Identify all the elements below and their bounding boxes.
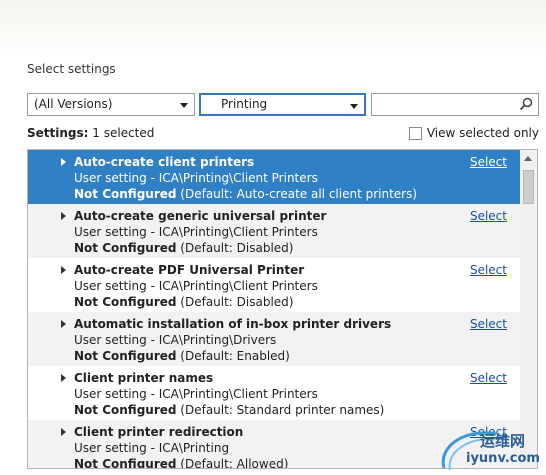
expand-arrow-icon[interactable] xyxy=(61,212,66,220)
settings-label: Settings: xyxy=(27,126,89,140)
expand-arrow-icon[interactable] xyxy=(61,374,66,382)
setting-path: User setting - ICA\Printing\Client Print… xyxy=(74,171,318,185)
setting-status-default: (Default: Allowed) xyxy=(176,457,289,469)
setting-row[interactable]: Auto-create generic universal printer Use… xyxy=(28,204,520,258)
search-input[interactable] xyxy=(371,93,539,116)
chevron-down-icon xyxy=(350,104,358,109)
category-dropdown[interactable]: Printing xyxy=(199,93,366,116)
scroll-thumb[interactable] xyxy=(523,170,534,204)
select-link[interactable]: Select xyxy=(470,263,507,277)
expand-arrow-icon[interactable] xyxy=(61,266,66,274)
expand-arrow-icon[interactable] xyxy=(61,320,66,328)
setting-title: Automatic installation of in-box printer… xyxy=(74,317,392,331)
setting-status-default: (Default: Enabled) xyxy=(176,349,290,363)
setting-row[interactable]: Automatic installation of in-box printer… xyxy=(28,312,520,366)
setting-status: Not Configured (Default: Standard printe… xyxy=(74,402,520,418)
select-link[interactable]: Select xyxy=(470,209,507,223)
select-link[interactable]: Select xyxy=(470,371,507,385)
setting-status: Not Configured (Default: Auto-create all… xyxy=(74,186,520,202)
expand-arrow-icon[interactable] xyxy=(61,428,66,436)
vertical-scrollbar[interactable] xyxy=(520,150,537,468)
setting-status-default: (Default: Disabled) xyxy=(176,241,294,255)
chevron-down-icon xyxy=(180,103,188,108)
select-link[interactable]: Select xyxy=(470,317,507,331)
setting-row[interactable]: Auto-create client printers User setting … xyxy=(28,150,520,204)
setting-row[interactable]: Client printer names User setting - ICA\P… xyxy=(28,366,520,420)
setting-path: User setting - ICA\Printing\Drivers xyxy=(74,333,277,347)
view-selected-only-label: View selected only xyxy=(426,126,539,140)
view-selected-only-checkbox[interactable] xyxy=(408,126,422,140)
setting-status: Not Configured (Default: Disabled) xyxy=(74,294,520,310)
version-dropdown[interactable]: (All Versions) xyxy=(27,93,195,116)
setting-status-state: Not Configured xyxy=(74,403,177,417)
setting-status-state: Not Configured xyxy=(74,457,177,469)
setting-status-state: Not Configured xyxy=(74,349,177,363)
select-link[interactable]: Select xyxy=(470,155,507,169)
setting-path: User setting - ICA\Printing\Client Print… xyxy=(74,387,318,401)
setting-status-state: Not Configured xyxy=(74,295,177,309)
setting-status: Not Configured (Default: Disabled) xyxy=(74,240,520,256)
scroll-up-arrow-icon[interactable] xyxy=(524,156,532,161)
setting-title: Auto-create PDF Universal Printer xyxy=(74,263,305,277)
category-dropdown-value: Printing xyxy=(221,97,268,111)
setting-path: User setting - ICA\Printing\Client Print… xyxy=(74,279,318,293)
view-selected-only-toggle[interactable]: View selected only xyxy=(408,126,539,140)
watermark-text-cn: 运维网 xyxy=(480,432,526,450)
setting-status-default: (Default: Auto-create all client printer… xyxy=(176,187,418,201)
version-dropdown-value: (All Versions) xyxy=(34,97,113,111)
setting-row[interactable]: Auto-create PDF Universal Printer User se… xyxy=(28,258,520,312)
section-title: Select settings xyxy=(27,62,116,76)
setting-status-default: (Default: Standard printer names) xyxy=(176,403,385,417)
setting-title: Auto-create generic universal printer xyxy=(74,209,327,223)
settings-status-row: Settings: 1 selected View selected only xyxy=(27,126,539,142)
watermark-logo: 运维网 iyunv.com xyxy=(436,426,544,472)
setting-status: Not Configured (Default: Enabled) xyxy=(74,348,520,364)
setting-title: Client printer names xyxy=(74,371,214,385)
setting-status-default: (Default: Disabled) xyxy=(176,295,294,309)
expand-arrow-icon[interactable] xyxy=(61,158,66,166)
setting-status-state: Not Configured xyxy=(74,187,177,201)
settings-list[interactable]: Auto-create client printers User setting … xyxy=(27,149,538,469)
setting-path: User setting - ICA\Printing\Client Print… xyxy=(74,225,318,239)
watermark-text-domain: iyunv.com xyxy=(466,451,540,466)
setting-title: Auto-create client printers xyxy=(74,155,255,169)
setting-status-state: Not Configured xyxy=(74,241,177,255)
selected-count: 1 selected xyxy=(92,126,155,140)
search-icon[interactable] xyxy=(519,97,533,111)
